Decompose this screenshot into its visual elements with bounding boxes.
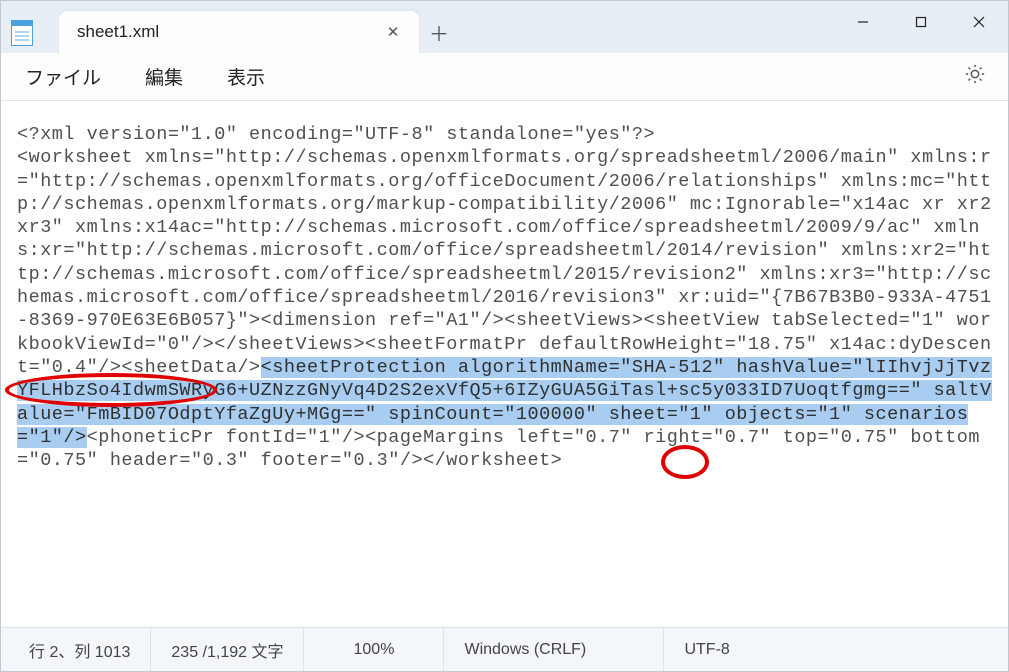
maximize-button[interactable] (892, 1, 950, 43)
status-encoding: UTF-8 (664, 628, 824, 671)
xml-before-selection: <worksheet xmlns="http://schemas.openxml… (17, 147, 1003, 378)
status-zoom[interactable]: 100% (304, 628, 444, 671)
minimize-button[interactable] (834, 1, 892, 43)
menu-view[interactable]: 表示 (219, 57, 273, 96)
tab-close-button[interactable]: ✕ (381, 20, 405, 44)
text-content[interactable]: <?xml version="1.0" encoding="UTF-8" sta… (1, 101, 1008, 627)
tab-title: sheet1.xml (77, 22, 381, 42)
menu-file[interactable]: ファイル (17, 57, 109, 96)
statusbar: 行 2、列 1013 235 /1,192 文字 100% Windows (C… (1, 627, 1008, 671)
settings-button[interactable] (958, 57, 992, 96)
new-tab-button[interactable]: ＋ (419, 11, 459, 53)
minimize-icon (857, 16, 869, 28)
status-position: 行 2、列 1013 (1, 628, 151, 671)
maximize-icon (915, 16, 927, 28)
titlebar-spacer (459, 1, 834, 53)
menubar: ファイル 編集 表示 (1, 53, 1008, 101)
titlebar: sheet1.xml ✕ ＋ (1, 1, 1008, 53)
menu-edit[interactable]: 編集 (137, 57, 191, 96)
tab-active[interactable]: sheet1.xml ✕ (59, 11, 419, 53)
close-icon (973, 16, 985, 28)
annotation-ellipse-closing (661, 445, 709, 479)
window-controls (834, 1, 1008, 53)
gear-icon (964, 63, 986, 85)
status-line-ending: Windows (CRLF) (444, 628, 664, 671)
notepad-icon (11, 20, 33, 46)
xml-declaration: <?xml version="1.0" encoding="UTF-8" sta… (17, 124, 655, 145)
app-icon-container (1, 1, 43, 53)
notepad-window: sheet1.xml ✕ ＋ ファイル 編集 表示 <?x (0, 0, 1009, 672)
xml-after-selection: <phoneticPr fontId="1"/><pageMargins lef… (17, 427, 980, 471)
close-button[interactable] (950, 1, 1008, 43)
status-char-count: 235 /1,192 文字 (151, 628, 304, 671)
